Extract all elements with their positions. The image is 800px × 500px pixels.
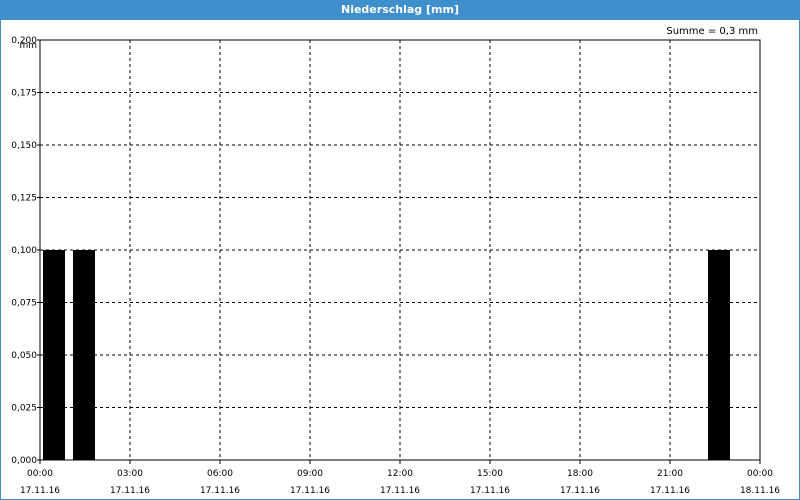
y-tick-label: 0,075 (11, 299, 37, 309)
x-tick-time: 03:00 (117, 469, 143, 479)
y-tick-label: 0,100 (11, 246, 37, 256)
x-tick-date: 17.11.16 (290, 486, 330, 496)
y-tick-label: 0,150 (11, 141, 37, 151)
x-tick-time: 00:00 (27, 469, 53, 479)
x-tick-time: 06:00 (207, 469, 233, 479)
x-tick-date: 18.11.16 (740, 486, 780, 496)
x-tick-time: 18:00 (567, 469, 593, 479)
y-tick-label: 0,125 (11, 194, 37, 204)
precipitation-bar (73, 250, 95, 460)
y-axis-label: mm (19, 41, 37, 51)
precipitation-bar (43, 250, 65, 460)
x-tick-time: 00:00 (747, 469, 773, 479)
x-tick-time: 21:00 (657, 469, 683, 479)
precipitation-bar (708, 250, 730, 460)
x-tick-date: 17.11.16 (110, 486, 150, 496)
x-tick-date: 17.11.16 (380, 486, 420, 496)
x-tick-date: 17.11.16 (20, 486, 60, 496)
y-tick-label: 0,025 (11, 404, 37, 414)
axis-layer: 0,000 0,025 0,050 0,075 0,100 0,125 0,150 0,175… (11, 36, 780, 496)
y-tick-label: 0,175 (11, 89, 37, 99)
x-tick-time: 12:00 (387, 469, 413, 479)
x-tick-date: 17.11.16 (200, 486, 240, 496)
precipitation-chart: 0,000 0,025 0,050 0,075 0,100 0,125 0,150 0,175… (11, 36, 780, 496)
x-tick-time: 15:00 (477, 469, 503, 479)
bar-layer (43, 250, 730, 460)
y-tick-label: 0,050 (11, 351, 37, 361)
x-tick-date: 17.11.16 (470, 486, 510, 496)
y-tick-label: 0,000 (11, 456, 37, 466)
x-tick-date: 17.11.16 (650, 486, 690, 496)
grid-layer (40, 39, 760, 460)
x-tick-date: 17.11.16 (560, 486, 600, 496)
x-tick-time: 09:00 (297, 469, 323, 479)
